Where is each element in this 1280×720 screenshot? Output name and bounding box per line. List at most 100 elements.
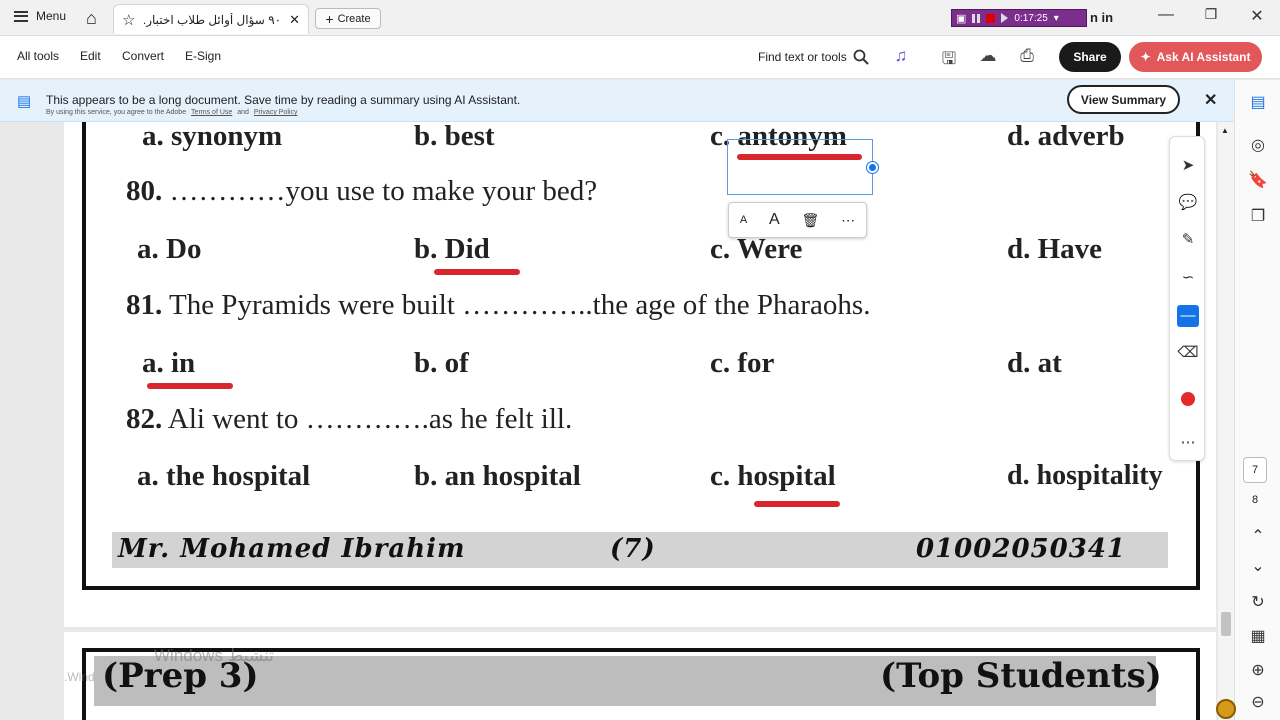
option-b-80: b. Did	[414, 233, 490, 266]
page-size-icon[interactable]: ▦	[1247, 626, 1269, 646]
option-d-81: d. at	[1007, 347, 1062, 379]
zoom-in-icon[interactable]: ⊕	[1247, 660, 1269, 680]
option-d-80: d. Have	[1007, 233, 1103, 265]
minimize-icon[interactable]: —	[1154, 6, 1178, 28]
question-81: 81. The Pyramids were built …………..the ag…	[126, 289, 870, 322]
main-toolbar: All tools Edit Convert E-Sign Find text …	[0, 36, 1280, 79]
page-footer: Mr. Mohamed Ibrahim (7) 01002050341	[112, 532, 1168, 568]
option-c-82: c. hospital	[710, 460, 836, 493]
bookmarks-rail-icon[interactable]: 🔖	[1247, 170, 1269, 190]
document-tab[interactable]: ☆ ٩٠ سؤال أوائل طلاب اختبار... ✕	[113, 4, 309, 34]
eraser-icon[interactable]: ⌫	[1177, 342, 1199, 364]
footer-phone: 01002050341	[916, 534, 1126, 564]
option-b-81: b. of	[414, 347, 469, 379]
increase-size-icon[interactable]: A	[769, 211, 780, 229]
edit-menu[interactable]: Edit	[80, 49, 101, 63]
find-tools-search[interactable]: Find text or tools	[758, 49, 869, 65]
scrollbar-thumb[interactable]	[1221, 612, 1231, 636]
banner-message: This appears to be a long document. Save…	[46, 93, 521, 107]
question-82: 82. Ali went to ………….as he felt ill.	[126, 403, 572, 436]
answer-underline[interactable]	[147, 383, 233, 389]
freehand-draw-icon[interactable]: ∽	[1177, 267, 1199, 289]
legal-and: and	[237, 109, 249, 116]
question-text: The Pyramids were built …………..the age of…	[162, 289, 871, 321]
recorder-dropdown-icon[interactable]: ▾	[1054, 13, 1059, 24]
option-b-82: b. an hospital	[414, 460, 581, 492]
zoom-out-icon[interactable]: ⊖	[1247, 692, 1269, 712]
annotation-tools-panel: ➤ 💬 ✎ ∽ — ⌫ ⋯	[1169, 136, 1205, 461]
option-c-81: c. for	[710, 347, 775, 379]
create-button[interactable]: + Create	[315, 8, 381, 29]
right-rail: ▤ ◎ 🔖 ❐ 7 8 ⌃ ⌄ ↻ ▦ ⊕ ⊖	[1234, 80, 1280, 720]
annotation-selection-box[interactable]	[727, 139, 873, 195]
scroll-up-icon[interactable]: ▲	[1221, 126, 1229, 135]
restore-icon[interactable]: ❐	[1199, 6, 1223, 28]
menu-button[interactable]: Menu	[14, 9, 66, 23]
print-icon[interactable]: ⎙	[1016, 46, 1038, 66]
option-a-81: a. in	[142, 347, 195, 380]
page-up-icon[interactable]: ⌃	[1247, 526, 1269, 546]
close-window-icon[interactable]: ✕	[1245, 6, 1269, 28]
sign-in-link[interactable]: n in	[1090, 10, 1113, 25]
star-icon[interactable]: ☆	[122, 11, 135, 29]
question-number: 80.	[126, 175, 163, 207]
option-d-82: d. hospitality	[1007, 460, 1163, 491]
ask-ai-label: Ask AI Assistant	[1156, 50, 1251, 64]
rotate-icon[interactable]: ↻	[1247, 592, 1269, 612]
create-label: Create	[337, 12, 371, 25]
home-icon[interactable]: ⌂	[86, 8, 97, 29]
current-page-indicator[interactable]: 7	[1243, 457, 1267, 483]
recorder-time: 0:17:25	[1014, 12, 1048, 24]
ai-summary-icon: ▤	[17, 93, 32, 110]
option-a-79: a. synonym	[142, 122, 283, 152]
decrease-size-icon[interactable]: A	[740, 214, 747, 226]
esign-menu[interactable]: E-Sign	[185, 49, 221, 63]
ai-assistant-icon: ✦	[1140, 50, 1151, 64]
pause-icon[interactable]	[972, 13, 981, 23]
find-label: Find text or tools	[758, 50, 847, 64]
footer-page-number: (7)	[610, 534, 656, 564]
comment-icon[interactable]: 💬	[1177, 192, 1199, 214]
close-tab-icon[interactable]: ✕	[289, 12, 300, 28]
answer-underline[interactable]	[754, 501, 840, 507]
privacy-link[interactable]: Privacy Policy	[254, 109, 298, 116]
ai-summary-rail-icon[interactable]: ▤	[1247, 92, 1269, 112]
option-prefix: a.	[142, 347, 164, 379]
comments-rail-icon[interactable]: ◎	[1247, 135, 1269, 155]
page-down-icon[interactable]: ⌄	[1247, 556, 1269, 576]
save-icon[interactable]: 🖫	[938, 46, 960, 75]
document-viewer[interactable]: a. synonym b. best c. antonym d. adverb …	[0, 122, 1218, 720]
stop-icon[interactable]	[986, 13, 996, 23]
share-button[interactable]: Share	[1059, 42, 1121, 72]
windows-activation-watermark-sub: .Wind	[64, 670, 95, 684]
terms-link[interactable]: Terms of Use	[191, 109, 232, 116]
screen-recorder-widget[interactable]: ▣ 0:17:25 ▾	[951, 9, 1087, 27]
hamburger-icon	[14, 10, 28, 22]
title-bar: Menu ⌂ ☆ ٩٠ سؤال أوائل طلاب اختبار... ✕ …	[0, 0, 1280, 36]
all-tools-menu[interactable]: All tools	[17, 49, 59, 63]
selection-handle[interactable]	[867, 162, 878, 173]
convert-menu[interactable]: Convert	[122, 49, 164, 63]
vertical-scrollbar[interactable]: ▲	[1218, 122, 1234, 720]
answer-underline[interactable]	[434, 269, 520, 275]
ai-summary-banner: ▤ This appears to be a long document. Sa…	[0, 80, 1234, 122]
line-tool-icon[interactable]: —	[1177, 305, 1199, 327]
banner-close-icon[interactable]: ✕	[1204, 90, 1217, 110]
select-cursor-icon[interactable]: ➤	[1177, 155, 1199, 177]
view-summary-button[interactable]: View Summary	[1067, 85, 1180, 114]
question-text: Ali went to ………….as he felt ill.	[162, 403, 573, 435]
more-tools-icon[interactable]: ⋯	[1177, 432, 1199, 454]
color-picker-icon[interactable]	[1181, 392, 1195, 406]
footer-author: Mr. Mohamed Ibrahim	[118, 534, 466, 564]
upload-cloud-icon[interactable]: ☁	[977, 46, 999, 66]
play-icon[interactable]	[1001, 13, 1009, 23]
more-options-icon[interactable]: ⋯	[841, 212, 855, 229]
next-page-number[interactable]: 8	[1243, 494, 1267, 506]
highlight-pen-icon[interactable]: ✎	[1177, 229, 1199, 251]
delete-icon[interactable]: 🗑	[802, 212, 820, 229]
recorder-screen-icon[interactable]: ▣	[956, 12, 966, 25]
pages-rail-icon[interactable]: ❐	[1247, 206, 1269, 226]
read-aloud-icon[interactable]: ♫	[890, 46, 912, 66]
question-80: 80. …………you use to make your bed?	[126, 175, 597, 208]
ask-ai-assistant-button[interactable]: ✦ Ask AI Assistant	[1129, 42, 1262, 72]
